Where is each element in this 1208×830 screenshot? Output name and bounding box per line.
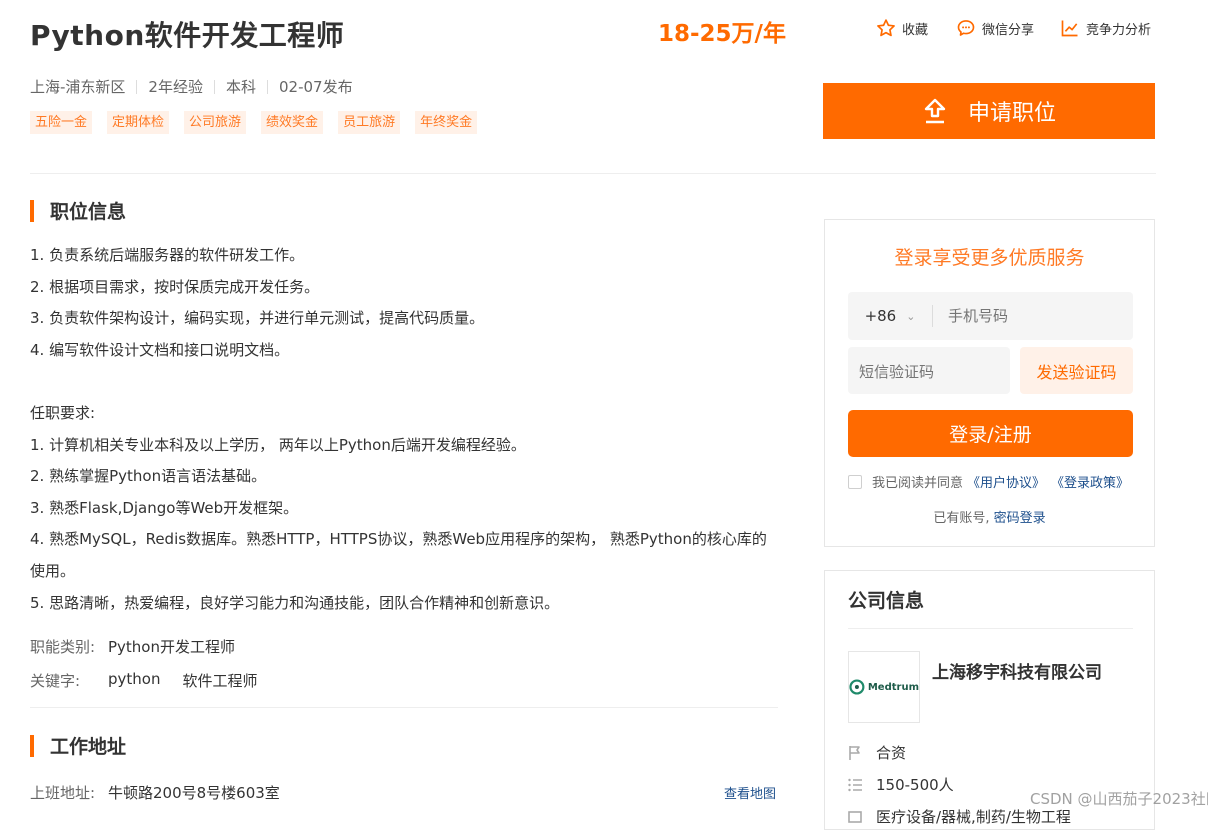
description-line: 任职要求: (30, 403, 96, 422)
job-education: 本科 (225, 78, 256, 96)
description-line: 2. 根据项目需求，按时保质完成开发任务。 (30, 277, 320, 296)
keyword: python (108, 670, 161, 688)
view-map-link[interactable]: 查看地图 (724, 783, 776, 802)
section-divider (30, 707, 778, 708)
job-category-label: 职能类别: (30, 638, 96, 656)
agree-text: 我已阅读并同意 (872, 476, 964, 491)
salary: 18-25万/年 (658, 21, 786, 47)
wechat-share-label: 微信分享 (982, 22, 1035, 38)
star-icon (877, 19, 895, 37)
benefit-tag: 绩效奖金 (261, 111, 324, 134)
user-agreement-link[interactable]: 《用户协议》 (967, 472, 1045, 491)
agreement-row: 我已阅读并同意 《用户协议》 《登录政策》 (848, 472, 1129, 491)
chat-bubble-icon (957, 20, 975, 36)
company-type: 合资 (876, 744, 907, 762)
address-label: 上班地址: (30, 784, 96, 802)
has-account-text: 已有账号, (933, 511, 990, 526)
company-industry-row: 医疗设备/器械,制药/生物工程 (848, 806, 1071, 827)
company-size-row: 150-500人 (848, 774, 954, 795)
phone-input[interactable] (933, 306, 1130, 326)
position-info-title: 职位信息 (50, 201, 127, 223)
job-post-date: 02-07发布 (278, 78, 353, 96)
country-code: +86 (864, 307, 897, 325)
work-address-title: 工作地址 (50, 736, 127, 758)
login-panel-title: 登录享受更多优质服务 (894, 247, 1085, 269)
header-divider (30, 173, 1156, 174)
company-industry: 医疗设备/器械,制药/生物工程 (876, 808, 1071, 826)
sms-code-input[interactable] (848, 347, 1011, 396)
benefit-tag: 五险一金 (30, 111, 93, 134)
description-line: 1. 负责系统后端服务器的软件研发工作。 (30, 246, 305, 264)
competitiveness-button[interactable]: 竞争力分析 (1060, 18, 1151, 38)
benefit-tags: 五险一金 定期体检 公司旅游 绩效奖金 员工旅游 年终奖金 (30, 111, 492, 134)
job-experience: 2年经验 (148, 78, 203, 96)
description-line: 4. 编写软件设计文档和接口说明文档。 (30, 340, 290, 359)
job-description: 1. 负责系统后端服务器的软件研发工作。 2. 根据项目需求，按时保质完成开发任… (30, 240, 780, 619)
heading-accent-bar (30, 734, 34, 757)
company-logo[interactable]: Medtrum (848, 651, 920, 723)
upload-icon (924, 98, 946, 124)
description-line: 2. 熟练掌握Python语言语法基础。 (30, 467, 267, 486)
favorite-button[interactable]: 收藏 (876, 18, 928, 38)
apply-label: 申请职位 (967, 101, 1056, 126)
company-size: 150-500人 (876, 776, 954, 794)
benefit-tag: 定期体检 (107, 111, 170, 134)
address-value: 牛顿路200号8号楼603室 (108, 784, 280, 802)
job-category-value: Python开发工程师 (108, 638, 235, 656)
login-register-button[interactable]: 登录/注册 (848, 410, 1133, 457)
keyword: 软件工程师 (182, 672, 258, 690)
flag-icon (849, 745, 860, 760)
medtrum-logo-icon (849, 679, 865, 695)
has-account-row: 已有账号, 密码登录 (824, 507, 1155, 526)
keywords-label: 关键字: (30, 672, 81, 690)
job-category-row: 职能类别: Python开发工程师 (30, 636, 235, 657)
company-type-row: 合资 (848, 742, 906, 763)
work-address-heading: 工作地址 (30, 732, 126, 759)
trend-chart-icon (1061, 20, 1078, 37)
watermark: CSDN @山西茄子2023社区 (1030, 790, 1208, 808)
country-code-select[interactable]: +86 ⌄ (848, 307, 932, 325)
industry-icon (848, 810, 862, 823)
company-info-heading: 公司信息 (848, 590, 925, 612)
description-blank-line (30, 366, 780, 398)
description-line: 3. 熟悉Flask,Django等Web开发框架。 (30, 498, 299, 517)
apply-button[interactable]: 申请职位 (823, 83, 1155, 139)
password-login-link[interactable]: 密码登录 (994, 511, 1046, 526)
description-line: 4. 熟悉MySQL，Redis数据库。熟悉HTTP，HTTPS协议，熟悉Web… (30, 530, 767, 580)
competitiveness-label: 竞争力分析 (1086, 22, 1152, 38)
job-title: Python软件开发工程师 (30, 19, 345, 52)
favorite-label: 收藏 (902, 22, 929, 38)
sms-code-field (848, 347, 1011, 396)
job-meta: 上海-浦东新区 2年经验 本科 02-07发布 (30, 76, 353, 97)
send-code-button[interactable]: 发送验证码 (1020, 347, 1133, 394)
company-name[interactable]: 上海移宇科技有限公司 (932, 660, 1112, 687)
job-location: 上海-浦东新区 (30, 78, 126, 96)
login-policy-link[interactable]: 《登录政策》 (1051, 472, 1129, 491)
benefit-tag: 年终奖金 (415, 111, 478, 134)
benefit-tag: 公司旅游 (184, 111, 247, 134)
keywords-row: 关键字: python 软件工程师 (30, 670, 280, 691)
description-line: 3. 负责软件架构设计，编码实现，并进行单元测试，提高代码质量。 (30, 309, 485, 328)
meta-divider (213, 79, 215, 94)
phone-field: +86 ⌄ (848, 292, 1133, 340)
list-icon (848, 778, 862, 791)
position-info-heading: 职位信息 (30, 197, 126, 224)
company-divider (848, 628, 1133, 629)
heading-accent-bar (30, 199, 34, 222)
company-logo-text: Medtrum (867, 681, 919, 693)
chevron-down-icon: ⌄ (906, 309, 916, 323)
wechat-share-button[interactable]: 微信分享 (956, 18, 1034, 38)
meta-divider (136, 79, 138, 94)
meta-divider (266, 79, 268, 94)
description-line: 1. 计算机相关专业本科及以上学历， 两年以上Python后端开发编程经验。 (30, 435, 526, 454)
description-line: 5. 思路清晰，热爱编程，良好学习能力和沟通技能，团队合作精神和创新意识。 (30, 593, 560, 612)
benefit-tag: 员工旅游 (338, 111, 401, 134)
agree-checkbox[interactable] (848, 474, 862, 489)
